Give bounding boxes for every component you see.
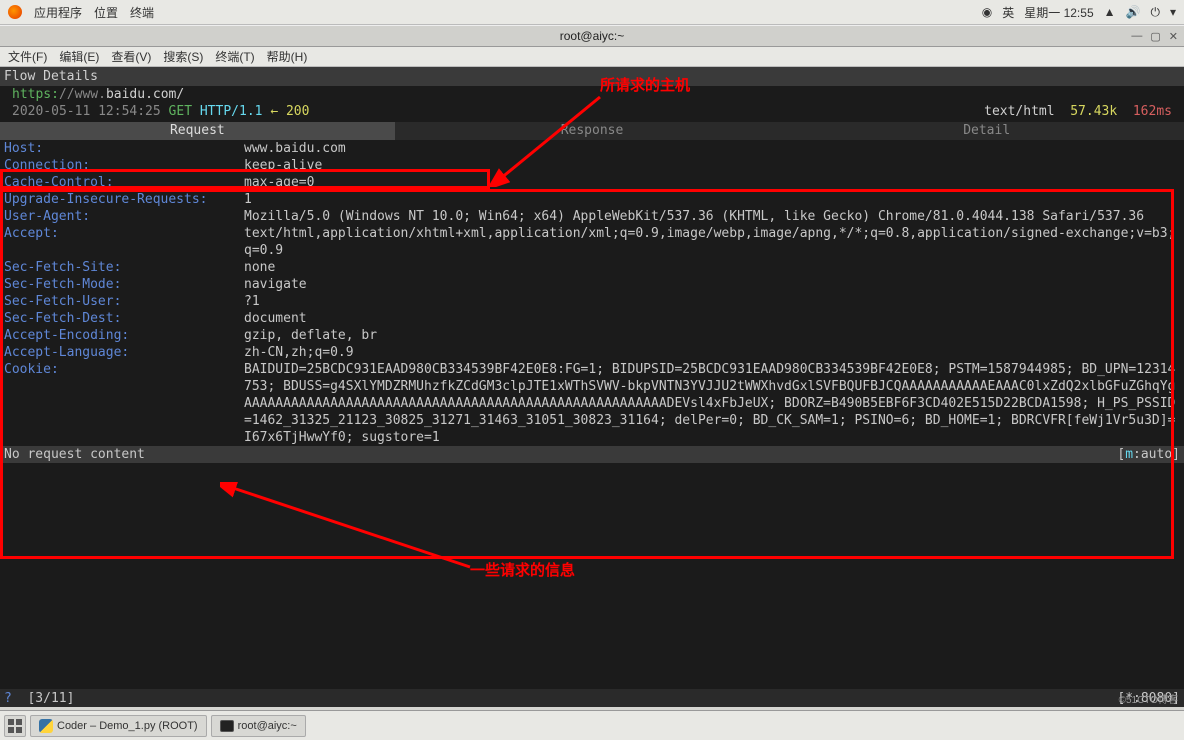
terminal-menubar: 文件(F) 编辑(E) 查看(V) 搜索(S) 终端(T) 帮助(H) — [0, 47, 1184, 67]
header-row: Cache-Control:max-age=0 — [4, 174, 1180, 191]
pycharm-icon — [39, 719, 53, 733]
menu-help[interactable]: 帮助(H) — [263, 48, 312, 65]
url-line: https://www.baidu.com/ — [0, 86, 1184, 103]
volume-icon[interactable]: 🔊 — [1126, 5, 1141, 19]
header-value: keep-alive — [244, 157, 1180, 174]
header-key: Host: — [4, 140, 244, 157]
user-menu-icon[interactable]: ▾ — [1170, 5, 1176, 19]
header-value: Mozilla/5.0 (Windows NT 10.0; Win64; x64… — [244, 208, 1180, 225]
taskbar-item-terminal[interactable]: root@aiyc:~ — [211, 715, 306, 737]
header-value: gzip, deflate, br — [244, 327, 1180, 344]
show-apps-button[interactable] — [4, 715, 26, 737]
header-key: Upgrade-Insecure-Requests: — [4, 191, 244, 208]
header-row: Cookie:BAIDUID=25BCDC931EAAD980CB334539B… — [4, 361, 1180, 446]
tab-request[interactable]: Request — [0, 122, 395, 140]
header-row: Upgrade-Insecure-Requests:1 — [4, 191, 1180, 208]
header-row: Accept:text/html,application/xhtml+xml,a… — [4, 225, 1180, 259]
arrow-bottom-icon — [220, 482, 480, 572]
header-value: none — [244, 259, 1180, 276]
clock: 星期一 12:55 — [1024, 4, 1093, 21]
status-bar: ? [3/11] [*:8080] — [0, 689, 1184, 707]
flow-title: Flow Details — [0, 67, 1184, 86]
firefox-icon — [8, 5, 22, 19]
header-value: www.baidu.com — [244, 140, 1180, 157]
header-key: Accept: — [4, 225, 244, 259]
menu-terminal-m[interactable]: 终端(T) — [211, 48, 258, 65]
header-row: Sec-Fetch-User:?1 — [4, 293, 1180, 310]
menu-file[interactable]: 文件(F) — [4, 48, 51, 65]
input-method[interactable]: 英 — [1002, 4, 1014, 21]
close-icon[interactable]: ✕ — [1169, 30, 1178, 43]
header-value: max-age=0 — [244, 174, 1180, 191]
header-key: Cookie: — [4, 361, 244, 446]
header-key: Cache-Control: — [4, 174, 244, 191]
header-key: Connection: — [4, 157, 244, 174]
flow-tabs: Request Response Detail — [0, 122, 1184, 140]
header-row: Host:www.baidu.com — [4, 140, 1180, 157]
taskbar-item-label: Coder – Demo_1.py (ROOT) — [57, 720, 198, 732]
minimize-icon[interactable]: — — [1131, 30, 1142, 43]
no-request-content: No request content [m:auto] — [0, 446, 1184, 463]
network-icon[interactable]: ▲ — [1104, 5, 1116, 19]
menu-view[interactable]: 查看(V) — [107, 48, 155, 65]
header-key: Sec-Fetch-Dest: — [4, 310, 244, 327]
desktop-topbar: 应用程序 位置 终端 ◉ 英 星期一 12:55 ▲ 🔊 ⏻ ▾ — [0, 0, 1184, 25]
header-key: Sec-Fetch-Site: — [4, 259, 244, 276]
menu-places[interactable]: 位置 — [94, 4, 118, 21]
header-value: text/html,application/xhtml+xml,applicat… — [244, 225, 1180, 259]
help-key: ? — [4, 690, 12, 707]
header-value: navigate — [244, 276, 1180, 293]
watermark: ©51CTO博客 — [1119, 691, 1178, 706]
header-row: Accept-Language:zh-CN,zh;q=0.9 — [4, 344, 1180, 361]
menu-edit[interactable]: 编辑(E) — [55, 48, 103, 65]
header-value: 1 — [244, 191, 1180, 208]
menu-applications[interactable]: 应用程序 — [34, 4, 82, 21]
grid-icon — [8, 719, 22, 733]
header-key: Accept-Encoding: — [4, 327, 244, 344]
tab-detail[interactable]: Detail — [789, 122, 1184, 140]
header-value: zh-CN,zh;q=0.9 — [244, 344, 1180, 361]
header-row: Sec-Fetch-Dest:document — [4, 310, 1180, 327]
header-row: Sec-Fetch-Site:none — [4, 259, 1180, 276]
window-title: root@aiyc:~ — [560, 29, 625, 43]
header-key: Sec-Fetch-User: — [4, 293, 244, 310]
annotation-text-info: 一些请求的信息 — [470, 562, 575, 579]
terminal-icon — [220, 720, 234, 732]
header-row: Connection:keep-alive — [4, 157, 1180, 174]
terminal-area[interactable]: Flow Details https://www.baidu.com/ 2020… — [0, 67, 1184, 707]
header-row: Accept-Encoding:gzip, deflate, br — [4, 327, 1180, 344]
menu-search[interactable]: 搜索(S) — [159, 48, 207, 65]
header-row: Sec-Fetch-Mode:navigate — [4, 276, 1180, 293]
request-info-line: 2020-05-11 12:54:25 GET HTTP/1.1 ← 200 t… — [0, 103, 1184, 120]
desktop-taskbar: Coder – Demo_1.py (ROOT) root@aiyc:~ — [0, 710, 1184, 740]
header-key: Accept-Language: — [4, 344, 244, 361]
position: [3/11] — [27, 690, 74, 707]
screencast-icon[interactable]: ◉ — [982, 5, 992, 19]
tab-response[interactable]: Response — [395, 122, 790, 140]
taskbar-item-pycharm[interactable]: Coder – Demo_1.py (ROOT) — [30, 715, 207, 737]
header-key: User-Agent: — [4, 208, 244, 225]
menu-terminal[interactable]: 终端 — [130, 4, 154, 21]
header-value: ?1 — [244, 293, 1180, 310]
taskbar-item-label: root@aiyc:~ — [238, 720, 297, 732]
header-value: BAIDUID=25BCDC931EAAD980CB334539BF42E0E8… — [244, 361, 1180, 446]
maximize-icon[interactable]: ▢ — [1150, 30, 1160, 43]
header-row: User-Agent:Mozilla/5.0 (Windows NT 10.0;… — [4, 208, 1180, 225]
request-headers: Host:www.baidu.comConnection:keep-aliveC… — [0, 140, 1184, 446]
header-value: document — [244, 310, 1180, 327]
header-key: Sec-Fetch-Mode: — [4, 276, 244, 293]
power-icon[interactable]: ⏻ — [1150, 5, 1160, 20]
window-titlebar[interactable]: root@aiyc:~ — ▢ ✕ — [0, 25, 1184, 47]
